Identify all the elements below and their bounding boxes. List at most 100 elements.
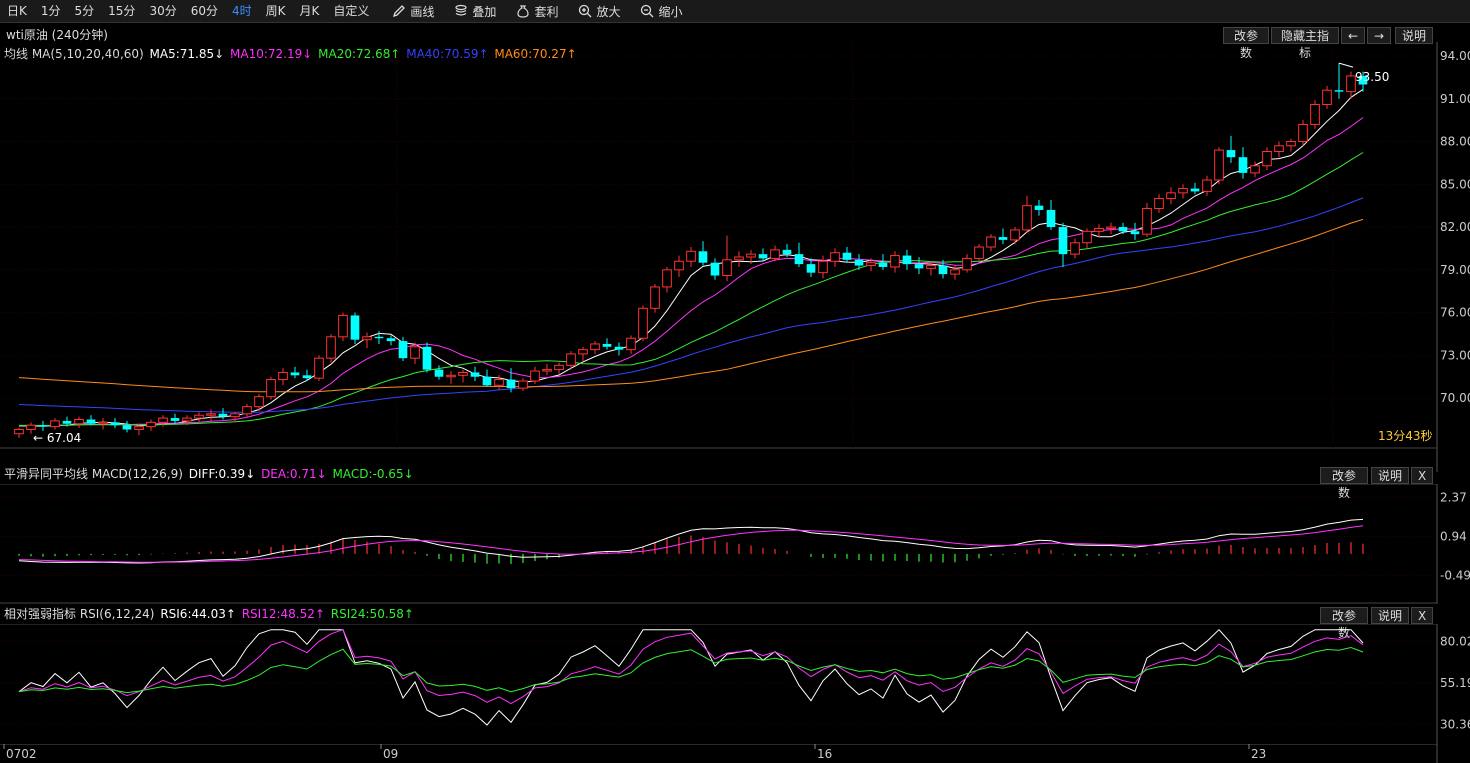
candle[interactable] <box>542 363 552 376</box>
candle[interactable] <box>1334 63 1344 99</box>
period-tab-3[interactable]: 15分 <box>101 0 142 22</box>
candle[interactable] <box>1238 147 1248 179</box>
candle[interactable] <box>230 412 240 423</box>
candle[interactable] <box>1178 184 1188 199</box>
candle[interactable] <box>266 376 276 400</box>
candle[interactable] <box>98 418 108 430</box>
candle[interactable] <box>362 332 372 349</box>
candle[interactable] <box>518 378 528 391</box>
candle[interactable] <box>578 346 588 362</box>
candle[interactable] <box>986 234 996 252</box>
period-tab-1[interactable]: 1分 <box>34 0 68 22</box>
candle[interactable] <box>1226 135 1236 163</box>
candle[interactable] <box>914 256 924 275</box>
candle[interactable] <box>1082 228 1092 249</box>
candle[interactable] <box>1298 120 1308 146</box>
candle[interactable] <box>650 284 660 313</box>
candle[interactable] <box>290 366 300 379</box>
period-tab-4[interactable]: 30分 <box>142 0 183 22</box>
candle[interactable] <box>1214 147 1224 185</box>
macd-close-button[interactable]: X <box>1411 467 1433 484</box>
candle[interactable] <box>446 371 456 384</box>
candlestick-chart[interactable]: 94.00 91.00 88.00 85.00 82.00 79.00 76.00 73.00… <box>0 42 1470 472</box>
candle[interactable] <box>794 242 804 267</box>
candle[interactable] <box>770 245 780 262</box>
candle[interactable] <box>938 259 948 279</box>
candle[interactable] <box>1010 227 1020 245</box>
candle[interactable] <box>14 428 24 439</box>
candle[interactable] <box>686 247 696 267</box>
candle[interactable] <box>818 255 828 279</box>
candle[interactable] <box>110 418 120 429</box>
candle[interactable] <box>302 369 312 382</box>
candle[interactable] <box>638 305 648 342</box>
candle[interactable] <box>962 254 972 273</box>
tool-button-4[interactable]: 缩小 <box>630 3 692 20</box>
rsi-chart[interactable]: 80.02 55.19 30.36 <box>0 624 1470 744</box>
tool-button-2[interactable]: 套利 <box>506 3 568 20</box>
candle[interactable] <box>602 338 612 350</box>
candle[interactable] <box>1142 202 1152 238</box>
rsi-change-params-button[interactable]: 改参数 <box>1320 607 1368 640</box>
rsi-close-button[interactable]: X <box>1411 607 1433 624</box>
candle[interactable] <box>974 244 984 262</box>
period-tab-8[interactable]: 月K <box>293 0 327 22</box>
candle[interactable] <box>314 355 324 382</box>
candle[interactable] <box>554 362 564 374</box>
period-tab-9[interactable]: 自定义 <box>326 0 376 22</box>
candle[interactable] <box>1034 199 1044 216</box>
candle[interactable] <box>1070 238 1080 259</box>
candle[interactable] <box>998 228 1008 245</box>
candle[interactable] <box>422 342 432 373</box>
candle[interactable] <box>734 251 744 267</box>
candle[interactable] <box>710 258 720 280</box>
candle[interactable] <box>1286 138 1296 152</box>
candle[interactable] <box>74 416 84 429</box>
candle[interactable] <box>614 342 624 356</box>
candle[interactable] <box>218 408 228 420</box>
candle[interactable] <box>626 335 636 354</box>
candle[interactable] <box>926 261 936 276</box>
tool-button-3[interactable]: 放大 <box>568 3 630 20</box>
candle[interactable] <box>122 420 132 433</box>
candle[interactable] <box>278 368 288 386</box>
candle[interactable] <box>842 247 852 263</box>
candle[interactable] <box>242 403 252 417</box>
period-tab-0[interactable]: 日K <box>0 0 34 22</box>
candle[interactable] <box>1106 222 1116 235</box>
candle[interactable] <box>662 266 672 293</box>
period-tab-6[interactable]: 4时 <box>225 0 259 22</box>
candle[interactable] <box>722 235 732 282</box>
candle[interactable] <box>1094 224 1104 238</box>
candle[interactable] <box>1058 222 1068 267</box>
candle[interactable] <box>50 418 60 430</box>
candle[interactable] <box>1262 147 1272 171</box>
candle[interactable] <box>470 366 480 382</box>
candle[interactable] <box>254 393 264 411</box>
candle[interactable] <box>1130 222 1140 240</box>
candle[interactable] <box>146 419 156 431</box>
candle[interactable] <box>830 248 840 267</box>
candle[interactable] <box>434 365 444 380</box>
period-tab-5[interactable]: 60分 <box>184 0 225 22</box>
candle[interactable] <box>194 412 204 423</box>
candle[interactable] <box>1310 100 1320 129</box>
candle[interactable] <box>902 249 912 270</box>
candle[interactable] <box>698 241 708 266</box>
candle[interactable] <box>1166 187 1176 205</box>
candle[interactable] <box>170 413 180 424</box>
candle[interactable] <box>1046 199 1056 230</box>
period-tab-2[interactable]: 5分 <box>68 0 102 22</box>
candle[interactable] <box>1118 222 1128 235</box>
candle[interactable] <box>458 369 468 383</box>
candle[interactable] <box>530 366 540 384</box>
candle[interactable] <box>482 369 492 387</box>
candle[interactable] <box>674 255 684 277</box>
tool-button-0[interactable]: 画线 <box>382 3 444 20</box>
candle[interactable] <box>374 331 384 344</box>
candle[interactable] <box>38 420 48 431</box>
rsi-help-button[interactable]: 说明 <box>1371 607 1409 624</box>
macd-chart[interactable]: 2.37 0.94 -0.49 <box>0 484 1470 604</box>
macd-change-params-button[interactable]: 改参数 <box>1320 467 1368 500</box>
candle[interactable] <box>338 312 348 342</box>
